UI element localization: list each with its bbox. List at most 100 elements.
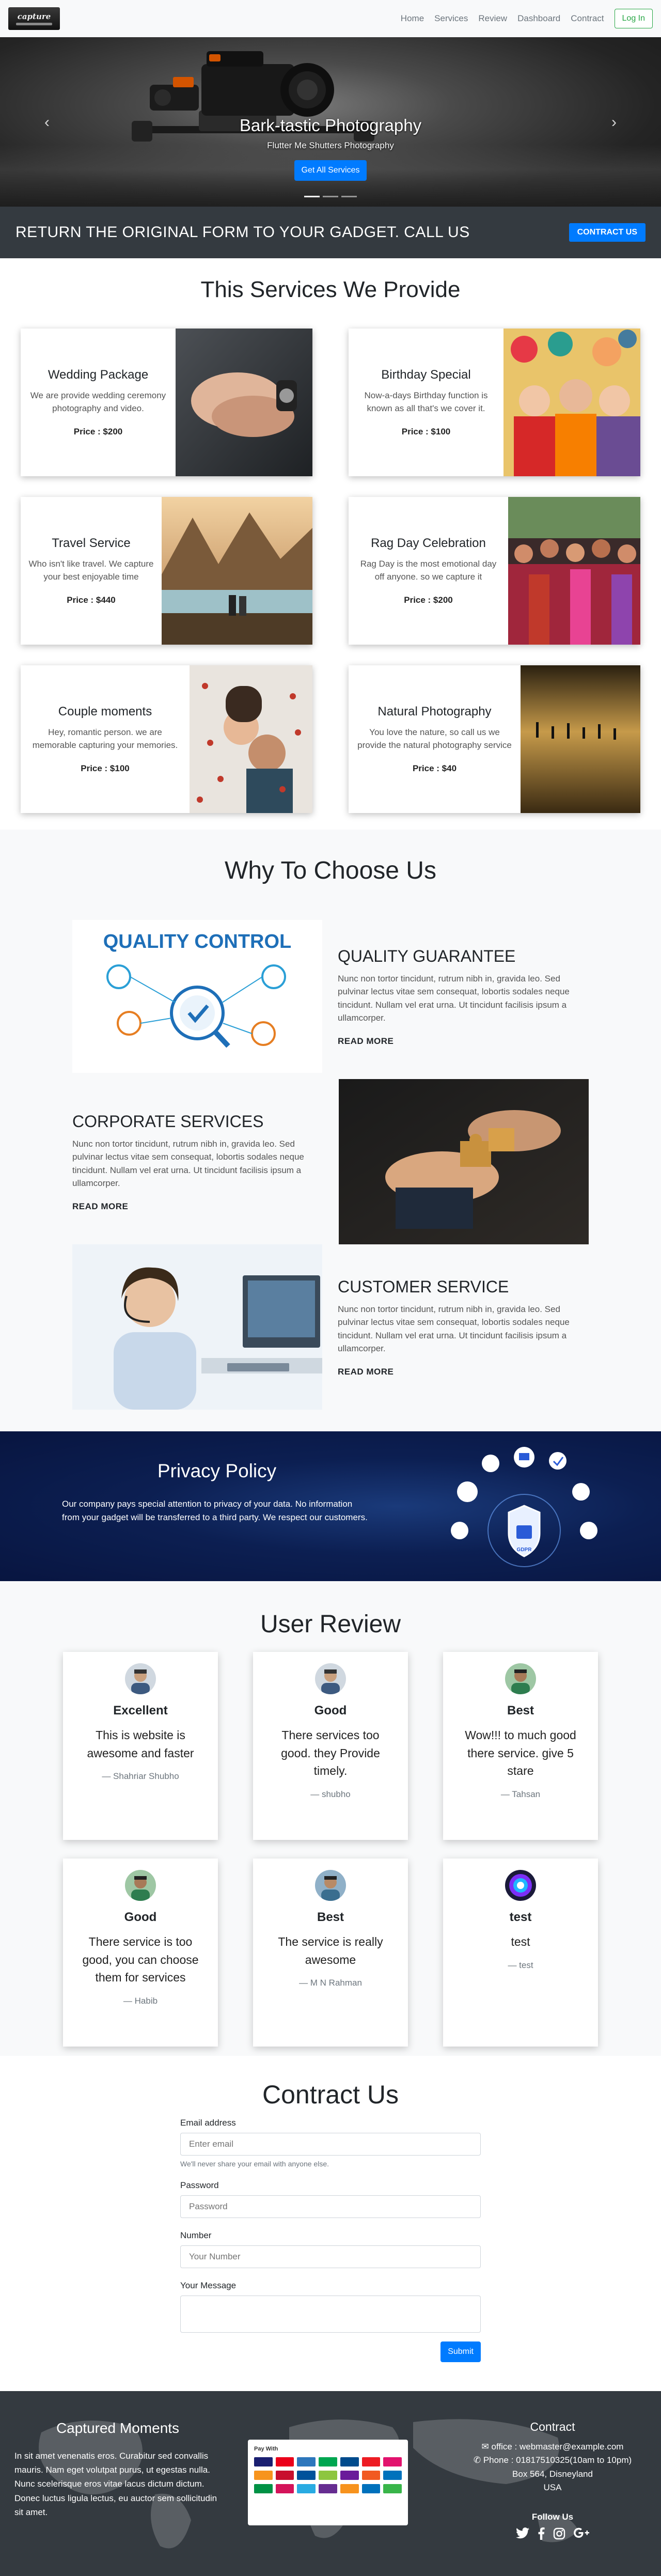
email-field[interactable] (180, 2133, 481, 2156)
review-author: — Tahsan (500, 1789, 541, 1799)
bank-icon (297, 2471, 316, 2480)
service-card-travel[interactable]: Travel Service Who isn't like travel. We… (21, 497, 312, 645)
service-price: Price : $100 (81, 763, 130, 773)
reviews-section: User Review Excellent This is website is… (0, 1581, 661, 2056)
password-field[interactable] (180, 2195, 481, 2218)
hero-subtitle: Flutter Me Shutters Photography (267, 140, 394, 150)
carousel-indicator[interactable] (304, 196, 320, 197)
nav-link-home[interactable]: Home (401, 13, 424, 24)
instagram-icon[interactable] (553, 2527, 565, 2540)
read-more-link[interactable]: READ MORE (72, 1201, 128, 1211)
review-text: There services too good. they Provide ti… (281, 1728, 380, 1777)
password-label: Password (180, 2180, 219, 2190)
service-price: Price : $440 (67, 595, 116, 605)
nav-link-contract[interactable]: Contract (571, 13, 604, 24)
service-card-ragday[interactable]: Rag Day Celebration Rag Day is the most … (349, 497, 640, 645)
privacy-text: Privacy Policy Our company pays special … (62, 1460, 372, 1524)
services-title: This Services We Provide (200, 277, 461, 302)
login-button[interactable]: Log In (614, 9, 653, 28)
why-item-title: CORPORATE SERVICES (72, 1112, 264, 1131)
nav-link-dashboard[interactable]: Dashboard (517, 13, 560, 24)
review-text: Wow!!! to much good there service. give … (465, 1728, 576, 1777)
message-label: Your Message (180, 2281, 237, 2290)
footer-address-line2: USA (543, 2483, 562, 2493)
bank-icon (254, 2484, 273, 2493)
service-card-wedding[interactable]: Wedding Package We are provide wedding c… (21, 329, 312, 476)
contract-us-button[interactable]: CONTRACT US (569, 223, 646, 242)
service-card-nature[interactable]: Natural Photography You love the nature,… (349, 665, 640, 813)
footer-address-line1: Box 564, Disneyland (512, 2469, 593, 2479)
number-field[interactable] (180, 2245, 481, 2268)
review-author: — shubho (310, 1789, 351, 1799)
service-card-birthday[interactable]: Birthday Special Now-a-days Birthday fun… (349, 329, 640, 476)
read-more-link[interactable]: READ MORE (338, 1036, 394, 1046)
brand-text: capture (17, 12, 51, 21)
review-rating: test (509, 1910, 532, 1924)
why-item-desc: Nunc non tortor tincidunt, rutrum nibh i… (338, 1304, 570, 1354)
twitter-icon[interactable] (516, 2527, 529, 2539)
review-rating: Excellent (113, 1704, 168, 1718)
review-author: — Shahriar Shubho (102, 1771, 179, 1781)
service-title: Birthday Special (381, 368, 471, 382)
review-rating: Good (124, 1910, 157, 1924)
service-card-couple[interactable]: Couple moments Hey, romantic person. we … (21, 665, 312, 813)
service-title: Couple moments (58, 705, 152, 719)
google-plus-icon[interactable] (574, 2527, 589, 2539)
nav-link-review[interactable]: Review (478, 13, 507, 24)
email-group: Email address We'll never share your ema… (180, 2118, 481, 2168)
bank-icon (361, 2484, 381, 2493)
quality-control-image: QUALITY CONTROL (72, 920, 322, 1073)
bank-icon (275, 2471, 294, 2480)
why-item-desc: Nunc non tortor tincidunt, rutrum nibh i… (72, 1138, 304, 1189)
birthday-kids-image (503, 329, 640, 476)
why-row-quality: QUALITY CONTROL QUALITY GUARANTEE Nunc n… (72, 914, 589, 1079)
review-rating: Best (317, 1910, 344, 1924)
mastercard-icon (275, 2457, 294, 2466)
payment-logo-grid (254, 2457, 402, 2493)
message-textarea[interactable] (180, 2296, 481, 2333)
nav-links: Home Services Review Dashboard Contract … (401, 9, 653, 28)
phone-icon: ✆ (473, 2455, 483, 2465)
hero-caption: Bark-tastic Photography Flutter Me Shutt… (0, 116, 661, 181)
why-title: Why To Choose Us (225, 857, 436, 884)
message-group: Your Message (180, 2281, 481, 2335)
cta-text: RETURN THE ORIGINAL FORM TO YOUR GADGET.… (15, 224, 470, 241)
footer-contact-title: Contract (530, 2420, 575, 2433)
service-desc: Now-a-days Birthday function is known as… (364, 391, 488, 413)
nav-link-services[interactable]: Services (434, 13, 468, 24)
carousel-indicator[interactable] (341, 196, 357, 197)
get-all-services-button[interactable]: Get All Services (294, 160, 367, 181)
footer-office-text: office : webmaster@example.com (491, 2442, 624, 2452)
service-desc: We are provide wedding ceremony photogra… (30, 391, 166, 413)
service-price: Price : $40 (412, 763, 457, 773)
bank-icon (275, 2484, 294, 2493)
email-help-text: We'll never share your email with anyone… (180, 2160, 329, 2168)
why-text: CORPORATE SERVICES Nunc non tortor tinci… (72, 1112, 339, 1212)
couple-hearts-image (190, 665, 312, 813)
brand-logo[interactable]: capture (8, 7, 60, 30)
facebook-icon[interactable] (538, 2527, 545, 2540)
submit-button[interactable]: Submit (440, 2341, 481, 2362)
privacy-desc: Our company pays special attention to pr… (62, 1499, 368, 1522)
service-body: Travel Service Who isn't like travel. We… (21, 497, 162, 645)
service-body: Couple moments Hey, romantic person. we … (21, 665, 190, 813)
review-rating: Best (507, 1704, 534, 1718)
service-title: Natural Photography (377, 705, 492, 719)
footer-phone-text: Phone : 01817510325(10am to 10pm) (483, 2455, 632, 2465)
reviews-title: User Review (260, 1611, 401, 1638)
review-card: Excellent This is website is awesome and… (63, 1652, 218, 1840)
carousel-indicator[interactable] (323, 196, 338, 197)
footer: Captured Moments In sit amet venenatis e… (0, 2391, 661, 2576)
service-desc: Hey, romantic person. we are memorable c… (32, 727, 178, 750)
review-card: test test — test (443, 1859, 598, 2047)
services-grid: Wedding Package We are provide wedding c… (21, 329, 640, 813)
bank-icon (254, 2471, 273, 2480)
social-links (454, 2527, 651, 2540)
why-text: CUSTOMER SERVICE Nunc non tortor tincidu… (322, 1277, 589, 1377)
navbar: capture Home Services Review Dashboard C… (0, 0, 661, 37)
read-more-link[interactable]: READ MORE (338, 1367, 394, 1377)
ragday-crowd-image (508, 497, 640, 645)
avatar (315, 1870, 346, 1901)
footer-phone: ✆ Phone : 01817510325(10am to 10pm) (454, 2454, 651, 2467)
bank-icon (361, 2457, 381, 2466)
